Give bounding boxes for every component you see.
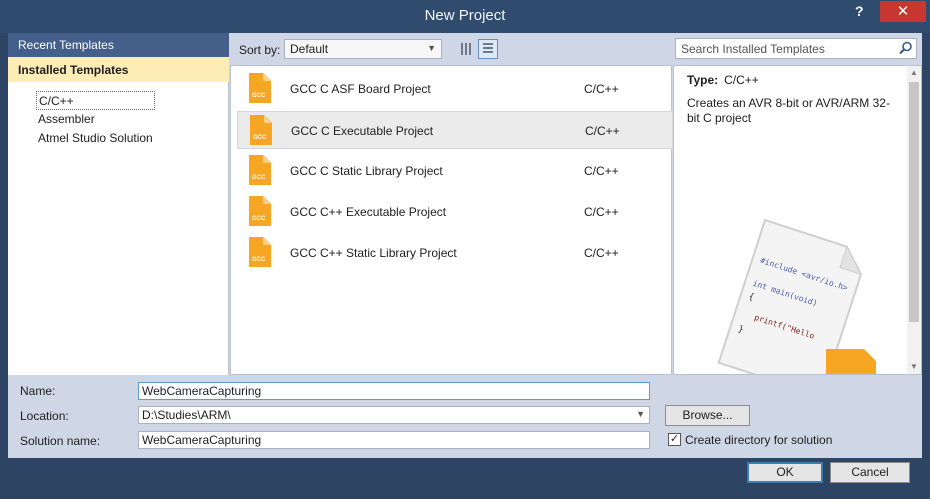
location-value: D:\Studies\ARM\ [142, 408, 231, 422]
installed-templates-header[interactable]: Installed Templates [8, 57, 229, 82]
window-title: New Project [424, 7, 506, 24]
template-row[interactable]: GCC GCC C Static Library Project C/C++ [237, 152, 673, 190]
chevron-down-icon[interactable]: ▼ [636, 409, 645, 419]
template-language: C/C++ [584, 82, 619, 96]
template-toolbar: Sort by: Default ▼ [230, 33, 672, 65]
solution-name-input[interactable]: WebCameraCapturing [138, 431, 650, 449]
details-scrollbar[interactable]: ▲ ▼ [907, 66, 921, 374]
dialog-body: Recent Templates Installed Templates C/C… [8, 33, 922, 491]
location-combobox[interactable]: D:\Studies\ARM\ ▼ [138, 406, 650, 424]
create-directory-label: Create directory for solution [685, 433, 833, 447]
button-bar: OK Cancel [8, 458, 922, 491]
create-directory-checkbox[interactable]: ✓ [668, 433, 681, 446]
gcc-file-icon: GCC [249, 155, 271, 185]
tree-item-c-cpp[interactable]: C/C++ [36, 91, 155, 110]
template-type: Type: C/C++ [687, 73, 759, 87]
template-name: GCC C Executable Project [291, 124, 434, 138]
template-name: GCC C Static Library Project [290, 164, 443, 178]
template-row[interactable]: GCC GCC C ASF Board Project C/C++ [237, 70, 673, 108]
template-categories-panel: Recent Templates Installed Templates C/C… [8, 33, 229, 375]
template-language: C/C++ [584, 164, 619, 178]
tree-item-atmel-studio-solution[interactable]: Atmel Studio Solution [36, 129, 155, 148]
name-label: Name: [20, 384, 56, 398]
scroll-thumb[interactable] [909, 82, 919, 322]
gcc-file-icon: GCC [250, 115, 272, 145]
template-language: C/C++ [584, 205, 619, 219]
code-file-preview-image: #include <avr/io.h> int main(void) { pri… [717, 218, 876, 374]
list-view-button[interactable] [478, 39, 498, 59]
gcc-file-icon: GCC [249, 237, 271, 267]
ok-button[interactable]: OK [747, 462, 823, 483]
chevron-down-icon: ▼ [427, 43, 436, 53]
template-name: GCC C++ Executable Project [290, 205, 447, 219]
type-value: C/C++ [724, 73, 759, 87]
scroll-up-icon[interactable]: ▲ [907, 66, 921, 80]
search-icon[interactable] [899, 41, 913, 55]
sort-by-value: Default [290, 42, 329, 56]
name-input[interactable]: WebCameraCapturing [138, 382, 650, 400]
template-description: Creates an AVR 8-bit or AVR/ARM 32-bit C… [687, 96, 890, 125]
gcc-file-icon: GCC [249, 73, 271, 103]
list-view-icon [483, 43, 493, 55]
template-name: GCC C ASF Board Project [290, 82, 431, 96]
tree-item-assembler[interactable]: Assembler [36, 110, 155, 129]
recent-templates-header[interactable]: Recent Templates [8, 33, 229, 57]
search-placeholder: Search Installed Templates [681, 42, 825, 56]
title-bar: New Project ? ✕ [0, 0, 930, 33]
help-button[interactable]: ? [855, 3, 864, 19]
location-label: Location: [20, 409, 69, 423]
gcc-file-icon: GCC [249, 196, 271, 226]
browse-button[interactable]: Browse... [665, 405, 750, 426]
sort-by-dropdown[interactable]: Default ▼ [284, 39, 442, 59]
category-tree: C/C++ Assembler Atmel Studio Solution [36, 91, 155, 148]
sort-by-label: Sort by: [239, 43, 281, 57]
template-name: GCC C++ Static Library Project [290, 246, 457, 260]
template-row-selected[interactable]: GCC GCC C Executable Project C/C++ [237, 111, 673, 149]
template-language: C/C++ [585, 124, 620, 138]
scroll-down-icon[interactable]: ▼ [907, 360, 921, 374]
template-list: GCC GCC C ASF Board Project C/C++ GCC GC… [230, 65, 673, 375]
type-label: Type: [687, 73, 719, 87]
close-button[interactable]: ✕ [880, 1, 926, 22]
solution-name-label: Solution name: [20, 434, 101, 448]
template-details-panel: Type: C/C++ Creates an AVR 8-bit or AVR/A… [673, 65, 922, 375]
cancel-button[interactable]: Cancel [830, 462, 910, 483]
medium-icons-view-button[interactable] [456, 39, 476, 59]
grid-view-icon [461, 43, 471, 55]
search-input[interactable]: Search Installed Templates [675, 38, 917, 59]
template-language: C/C++ [584, 246, 619, 260]
template-row[interactable]: GCC GCC C++ Static Library Project C/C++ [237, 234, 673, 272]
template-row[interactable]: GCC GCC C++ Executable Project C/C++ [237, 193, 673, 231]
